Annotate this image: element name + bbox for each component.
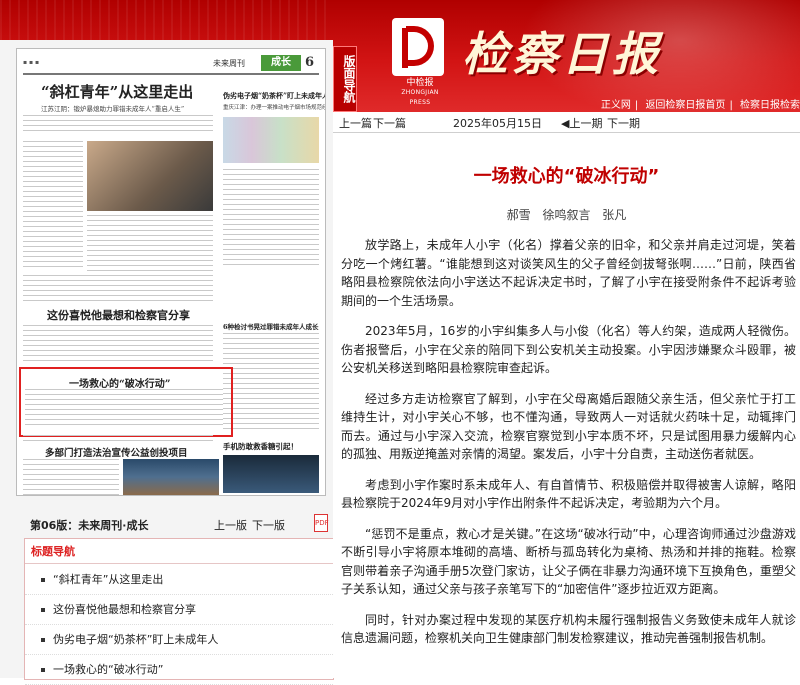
np-text-block — [23, 115, 213, 135]
article-paragraph: 2023年5月，16岁的小宇纠集多人与小俊（化名）等人约架，造成两人轻微伤。伤者… — [341, 324, 796, 375]
np-headline-2[interactable]: 伪劣电子烟“奶茶杯”盯上未成年人 — [223, 91, 325, 101]
np-text-block — [23, 459, 119, 495]
title-nav-list: “斜杠青年”从这里走出 这份喜悦他最想和检察官分享 伪劣电子烟“奶茶杯”盯上未成… — [25, 565, 333, 685]
np-headline-1[interactable]: “斜杠青年”从这里走出 — [41, 81, 193, 102]
title-nav-item-label: 一场救心的“破冰行动” — [53, 663, 164, 676]
prev-issue-link[interactable]: ◀上一期 — [561, 115, 602, 131]
title-navigation: 标题导航 “斜杠青年”从这里走出 这份喜悦他最想和检察官分享 伪劣电子烟“奶茶杯… — [24, 538, 334, 685]
link-home[interactable]: 返回检察日报首页 — [645, 100, 725, 111]
np-photo-1 — [87, 141, 213, 211]
next-article-link[interactable]: 下一篇 — [373, 115, 406, 131]
bullet-icon — [41, 608, 45, 612]
article-panel: 上一篇 下一篇 2025年05月15日 ◀上一期 下一期 一场救心的“破冰行动”… — [333, 112, 800, 678]
np-text-block — [87, 215, 213, 271]
np-section-label: 成长 — [261, 55, 301, 71]
np-page-number: 6 — [305, 55, 315, 70]
np-headline-3[interactable]: 这份喜悦他最想和检察官分享 — [47, 307, 190, 323]
np-masthead: ▪ ▪ ▪ 未来周刊 成长 6 — [23, 55, 319, 75]
title-nav-item-label: 这份喜悦他最想和检察官分享 — [53, 603, 196, 616]
title-nav-item[interactable]: 一场救心的“破冰行动” — [25, 655, 333, 685]
divider — [25, 563, 333, 564]
article-paragraph: 经过多方走访检察官了解到，小宇在父母离婚后跟随父亲生活，但父亲忙于打工维持生计，… — [341, 391, 796, 462]
layout-guide-label: 版面导航 — [333, 46, 357, 112]
np-photo-3 — [123, 459, 219, 495]
article-paragraph: “惩罚不是重点，救心才是关键。”在这场“破冰行动”中，心理咨询师通过沙盘游戏不断… — [341, 526, 796, 597]
article-paragraph: 考虑到小宇作案时系未成年人、有自首情节、积极赔偿并取得被害人谅解，略阳县检察院于… — [341, 477, 796, 511]
article-authors: 郝雪 徐鸣叙言 张凡 — [506, 208, 627, 222]
np-text-block — [223, 333, 319, 433]
prev-page-link[interactable]: 上一版 — [214, 517, 247, 533]
article-paragraph: 同时，针对办案过程中发现的某医疗机构未履行强制报告义务致使未成年人就诊信息遗漏问… — [341, 612, 796, 646]
logo-arc — [406, 26, 434, 66]
np-headline-2-sub: 重庆江津：办理一案推动电子烟市场规范经营 — [223, 105, 326, 111]
np-edition-info: ▪ ▪ ▪ — [23, 59, 40, 66]
left-sidebar: ▪ ▪ ▪ 未来周刊 成长 6 “斜杠青年”从这里走出 江苏江阴：锻炉暴熄助力罪… — [0, 40, 334, 685]
title-nav-item[interactable]: 这份喜悦他最想和检察官分享 — [25, 595, 333, 625]
publisher-name: 中检报 ZHONGJIAN PRESS — [390, 78, 450, 108]
link-zhengyi[interactable]: 正义网 — [601, 100, 631, 111]
title-navigation-heading: 标题导航 — [31, 545, 75, 558]
link-search[interactable]: 检察日报检索 — [740, 100, 800, 111]
np-headline-6[interactable]: 多部门打造法治宣传公益创投项目 — [45, 445, 188, 459]
title-nav-item-label: “斜杠青年”从这里走出 — [53, 573, 164, 586]
title-nav-item-label: 伪劣电子烟“奶茶杯”盯上未成年人 — [53, 633, 219, 646]
title-nav-item[interactable]: “斜杠青年”从这里走出 — [25, 565, 333, 595]
paper-title: 检察日报 — [462, 27, 662, 81]
np-headline-7[interactable]: 手机防敢救香糖引起！ — [223, 441, 298, 452]
title-nav-item[interactable]: 伪劣电子烟“奶茶杯”盯上未成年人 — [25, 625, 333, 655]
prev-article-link[interactable]: 上一篇 — [339, 115, 372, 131]
prev-issue-label: 上一期 — [569, 117, 603, 130]
np-text-block — [25, 389, 223, 429]
newspaper-logo-icon — [392, 18, 444, 76]
article-title: 一场救心的“破冰行动” — [473, 166, 660, 187]
page-navigation: 第06版：未来周刊·成长 上一版 下一版 PDF — [24, 514, 332, 534]
bullet-icon — [41, 638, 45, 642]
page-label: 第06版：未来周刊·成长 — [30, 519, 149, 532]
pdf-icon[interactable]: PDF — [314, 514, 329, 532]
issue-date: 2025年05月15日 — [453, 117, 542, 130]
np-photo-2 — [223, 117, 319, 163]
np-headline-5[interactable]: 一场救心的“破冰行动” — [69, 375, 171, 390]
article-body: 放学路上，未成年人小宇（化名）撑着父亲的旧伞，和父亲并肩走过河堤，笑着分吃一个烤… — [341, 236, 796, 660]
bullet-icon — [41, 668, 45, 672]
np-text-block — [223, 169, 319, 269]
np-text-block — [23, 435, 213, 443]
np-headline-1-sub: 江苏江阴：锻炉暴熄助力罪错未成年人“重启人生” — [41, 105, 185, 113]
publisher-en: ZHONGJIAN PRESS — [401, 89, 439, 106]
np-text-block — [23, 275, 213, 303]
article-nav-bar: 上一篇 下一篇 2025年05月15日 ◀上一期 下一期 — [333, 112, 800, 133]
newspaper-page-thumbnail[interactable]: ▪ ▪ ▪ 未来周刊 成长 6 “斜杠青年”从这里走出 江苏江阴：锻炉暴熄助力罪… — [16, 48, 326, 496]
next-issue-link[interactable]: 下一期 — [607, 115, 640, 131]
article-paragraph: 放学路上，未成年人小宇（化名）撑着父亲的旧伞，和父亲并肩走过河堤，笑着分吃一个烤… — [341, 238, 796, 308]
bullet-icon — [41, 578, 45, 582]
np-text-block — [23, 141, 83, 271]
np-text-block — [23, 325, 213, 363]
np-photo-4 — [223, 455, 319, 493]
np-brand: 未来周刊 — [213, 59, 245, 68]
publisher-cn: 中检报 — [406, 78, 434, 88]
header-links: 正义网 | 返回检察日报首页 | 检察日报检索 — [600, 100, 800, 111]
np-headline-4[interactable]: 6种检讨书晃过罪错未成年人成长 — [223, 321, 319, 331]
next-page-link[interactable]: 下一版 — [252, 517, 285, 533]
